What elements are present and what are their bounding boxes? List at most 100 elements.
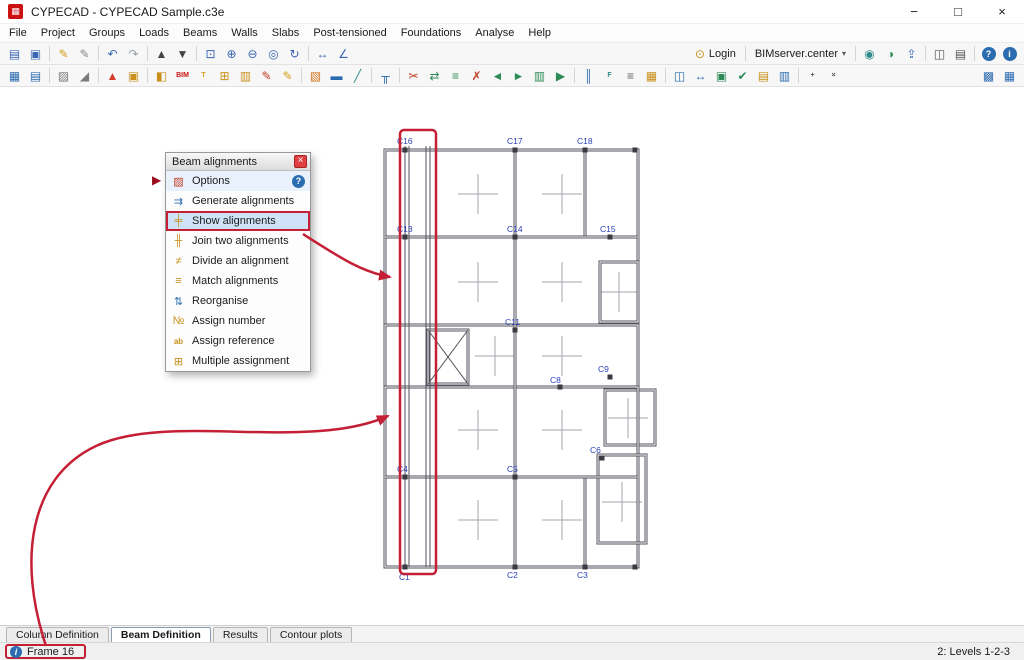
move-right-icon[interactable]: ► [509, 66, 528, 85]
beam-icon[interactable]: ▬ [327, 66, 346, 85]
table-icon[interactable]: ▦ [642, 66, 661, 85]
columns-icon[interactable]: ║ [579, 66, 598, 85]
menu-foundations[interactable]: Foundations [394, 25, 469, 41]
beam-section-icon[interactable]: ╥ [376, 66, 395, 85]
open-job-icon[interactable]: ▤ [5, 44, 24, 63]
panel-item-join-two-alignments[interactable]: ╫Join two alignments [166, 231, 310, 251]
cut-beam-icon[interactable]: ✂ [404, 66, 423, 85]
menu-project[interactable]: Project [34, 25, 82, 41]
panel-close-button[interactable]: × [294, 155, 307, 168]
layers-icon[interactable]: ▥ [775, 66, 794, 85]
edit-red-icon[interactable]: ✎ [257, 66, 276, 85]
views-icon[interactable]: ◫ [670, 66, 689, 85]
text-annotate-icon[interactable]: T [194, 66, 213, 85]
close-button[interactable]: × [980, 0, 1024, 23]
panel-item-reorganise[interactable]: ⇅Reorganise [166, 291, 310, 311]
floor-plan: C16C17C18C13C14C15C11C9C8C6C4C5C1C2C3 [370, 122, 670, 592]
panel-item-generate-alignments[interactable]: ⇉Generate alignments [166, 191, 310, 211]
mesh-icon[interactable]: ⊞ [215, 66, 234, 85]
measure-icon[interactable]: ∠ [334, 44, 353, 63]
printer-icon[interactable]: ▤ [951, 44, 970, 63]
labels-icon[interactable]: ◧ [152, 66, 171, 85]
menu-beams[interactable]: Beams [176, 25, 224, 41]
drawing-canvas[interactable]: C16C17C18C13C14C15C11C9C8C6C4C5C1C2C3 Be… [0, 87, 1024, 625]
menu-file[interactable]: File [2, 25, 34, 41]
export-bim-icon[interactable]: ⇪ [902, 44, 921, 63]
info-update-icon[interactable]: i [1000, 44, 1019, 63]
edit-secondary-icon[interactable]: ✎ [75, 44, 94, 63]
zoom-in-icon[interactable]: ⊕ [222, 44, 241, 63]
panel-item-divide-an-alignment[interactable]: ≠Divide an alignment [166, 251, 310, 271]
menu-analyse[interactable]: Analyse [468, 25, 521, 41]
properties-icon[interactable]: ▣ [712, 66, 731, 85]
column-label-c17: C17 [507, 136, 523, 146]
diagonal-beam-icon[interactable]: ╱ [348, 66, 367, 85]
divide-an-alignment-icon: ≠ [171, 255, 186, 267]
zoom-out-icon[interactable]: ⊖ [243, 44, 262, 63]
tab-column-definition[interactable]: Column Definition [6, 627, 109, 642]
bimserver-dropdown[interactable]: BIMserver.center ▾ [749, 48, 852, 60]
tab-contour-plots[interactable]: Contour plots [270, 627, 352, 642]
visibility-icon[interactable]: ◑ [881, 44, 900, 63]
menu-help[interactable]: Help [521, 25, 558, 41]
minimize-button[interactable]: − [892, 0, 936, 23]
zoom-window-icon[interactable]: ⊡ [201, 44, 220, 63]
bim-model-icon[interactable]: BIM [173, 66, 192, 85]
help-icon[interactable]: ? [979, 44, 998, 63]
panel-item-multiple-assignment[interactable]: ⊞Multiple assignment [166, 351, 310, 371]
edit-gold-icon[interactable]: ✎ [278, 66, 297, 85]
panel-item-match-alignments[interactable]: ≡Match alignments [166, 271, 310, 291]
flag-icon[interactable]: ▶ [551, 66, 570, 85]
menu-slabs[interactable]: Slabs [265, 25, 307, 41]
modify-icon[interactable]: ▥ [530, 66, 549, 85]
zoom-extents-icon[interactable]: ◎ [264, 44, 283, 63]
redo-icon[interactable]: ↷ [124, 44, 143, 63]
panel-item-assign-reference[interactable]: abAssign reference [166, 331, 310, 351]
move-left-icon[interactable]: ◄ [488, 66, 507, 85]
panel-icon[interactable]: ▧ [306, 66, 325, 85]
menu-groups[interactable]: Groups [82, 25, 132, 41]
toolbar-separator [98, 68, 99, 83]
depth-icon[interactable]: ≡ [621, 66, 640, 85]
pan-icon[interactable]: ↔ [313, 44, 332, 63]
scroll-down-icon[interactable]: ▼ [173, 44, 192, 63]
windows-layout-icon[interactable]: ◫ [930, 44, 949, 63]
fixity-icon[interactable]: F [600, 66, 619, 85]
menu-post-tensioned[interactable]: Post-tensioned [306, 25, 393, 41]
tab-results[interactable]: Results [213, 627, 268, 642]
grid-config-icon[interactable]: ▩ [979, 66, 998, 85]
workspace-icon[interactable]: ▦ [1000, 66, 1019, 85]
redraw-icon[interactable]: ↻ [285, 44, 304, 63]
dimension-icon[interactable]: ↔ [691, 66, 710, 85]
fire-resistance-icon[interactable]: ▲ [103, 66, 122, 85]
edit-pencil-icon[interactable]: ✎ [54, 44, 73, 63]
panel-item-options[interactable]: ▨Options? [166, 171, 310, 191]
scroll-up-icon[interactable]: ▲ [152, 44, 171, 63]
maximize-button[interactable]: □ [936, 0, 980, 23]
slope-icon[interactable]: ◢ [75, 66, 94, 85]
beam-alignments-panel: Beam alignments × ▨Options?⇉Generate ali… [165, 152, 311, 372]
delete-beam-icon[interactable]: ✗ [467, 66, 486, 85]
group-view-icon[interactable]: ▦ [5, 66, 24, 85]
panel-titlebar[interactable]: Beam alignments × [166, 153, 310, 171]
hatch-icon[interactable]: ▨ [54, 66, 73, 85]
undo-icon[interactable]: ↶ [103, 44, 122, 63]
panel-item-assign-number[interactable]: №Assign number [166, 311, 310, 331]
menu-loads[interactable]: Loads [132, 25, 176, 41]
lists-icon[interactable]: ▤ [754, 66, 773, 85]
remove-icon[interactable]: × [824, 66, 843, 85]
add-icon[interactable]: + [803, 66, 822, 85]
save-icon[interactable]: ▣ [26, 44, 45, 63]
panel-item-show-alignments[interactable]: ╪Show alignments [166, 211, 310, 231]
help-icon[interactable]: ? [292, 175, 305, 188]
deposit-icon[interactable]: ▣ [124, 66, 143, 85]
menu-walls[interactable]: Walls [224, 25, 264, 41]
extend-beam-icon[interactable]: ⇄ [425, 66, 444, 85]
align-beams-icon[interactable]: ≡ [446, 66, 465, 85]
tab-beam-definition[interactable]: Beam Definition [111, 627, 211, 642]
check-icon[interactable]: ✔ [733, 66, 752, 85]
reinforcement-icon[interactable]: ▥ [236, 66, 255, 85]
bim-globe-icon[interactable]: ◉ [860, 44, 879, 63]
login-button[interactable]: ⊙ Login [689, 47, 742, 61]
building-views-icon[interactable]: ▤ [26, 66, 45, 85]
